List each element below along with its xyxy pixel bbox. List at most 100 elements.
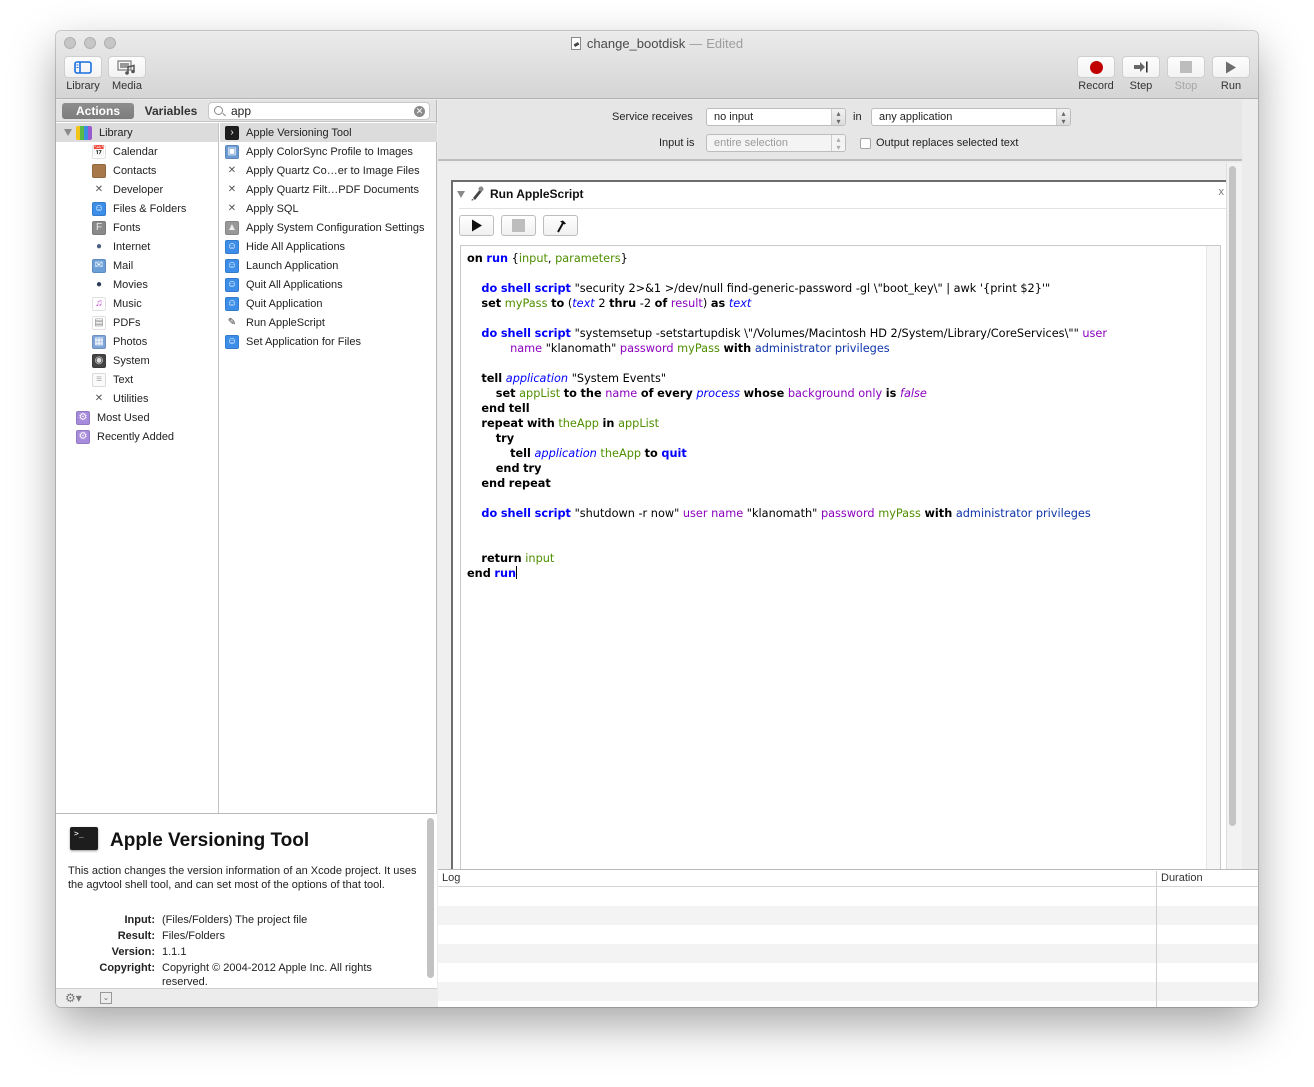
service-receives-popup[interactable]: no input ▴ ▾ <box>706 108 846 126</box>
service-receives-value: no input <box>714 111 754 123</box>
popup-arrows-icon: ▴ ▾ <box>831 109 845 126</box>
action-description: >_ Apple Versioning Tool This action cha… <box>56 813 437 988</box>
variables-tab[interactable]: Variables <box>140 103 202 119</box>
step-button[interactable]: Step <box>1122 56 1160 92</box>
search-icon <box>214 106 223 115</box>
duration-column-header[interactable]: Duration <box>1161 872 1203 884</box>
action-list-item[interactable]: ✕ Apply SQL <box>220 199 437 218</box>
close-action-icon[interactable]: x <box>1219 186 1225 198</box>
field-value: Copyright © 2004-2012 Apple Inc. All rig… <box>162 962 372 988</box>
library-category-item[interactable]: 📅 Calendar <box>56 142 218 161</box>
run-script-button[interactable] <box>459 215 494 236</box>
action-list-item[interactable]: ✕ Apply Quartz Co…er to Image Files <box>220 161 437 180</box>
application-value: any application <box>879 111 953 123</box>
log-column-header[interactable]: Log <box>442 872 460 884</box>
action-list-item-label: Hide All Applications <box>246 240 346 253</box>
divider <box>459 208 1227 209</box>
library-category-item[interactable]: F Fonts <box>56 218 218 237</box>
smart-group-item-label: Most Used <box>97 411 150 424</box>
toggle-description-icon[interactable]: ⌄ <box>100 992 112 1004</box>
library-category-item-label: Developer <box>113 183 164 196</box>
action-list-item[interactable]: ☺ Hide All Applications <box>220 237 437 256</box>
action-list-item[interactable]: ☺ Set Application for Files <box>220 332 437 351</box>
finder-icon: ☺ <box>92 201 106 216</box>
action-list-item[interactable]: ✎ Run AppleScript <box>220 313 437 332</box>
library-category-item-label: Internet <box>113 240 151 253</box>
run-button[interactable]: Run <box>1212 56 1250 92</box>
library-category-item[interactable]: ▤ PDFs <box>56 313 218 332</box>
input-is-label: Input is <box>659 137 695 149</box>
disclosure-triangle-icon[interactable] <box>64 129 72 136</box>
library-category-item[interactable]: ♫ Music <box>56 294 218 313</box>
media-button[interactable]: Media <box>108 56 146 92</box>
script-text[interactable]: on run {input, parameters} do shell scri… <box>467 251 1107 581</box>
record-icon <box>1077 56 1115 78</box>
finder-icon: ☺ <box>225 239 239 254</box>
library-category-item[interactable]: ● Internet <box>56 237 218 256</box>
library-category-item[interactable]: ✉ Mail <box>56 256 218 275</box>
library-root-item[interactable]: Library <box>56 123 218 142</box>
field-key: Input: <box>124 914 155 926</box>
library-category-item[interactable]: ☺ Files & Folders <box>56 199 218 218</box>
log-row <box>438 906 1258 925</box>
action-list-item-label: Run AppleScript <box>246 316 325 329</box>
library-category-item[interactable]: ✕ Utilities <box>56 389 218 408</box>
clear-search-icon[interactable]: ✕ <box>414 106 425 117</box>
run-button-label: Run <box>1220 80 1242 92</box>
action-list-item[interactable]: ▣ Apply ColorSync Profile to Images <box>220 142 437 161</box>
edited-status: Edited <box>706 36 744 51</box>
application-popup[interactable]: any application ▴ ▾ <box>871 108 1071 126</box>
media-icon <box>108 56 146 78</box>
action-list-item-label: Apply SQL <box>246 202 299 215</box>
search-input[interactable] <box>231 104 411 118</box>
music-icon: ♫ <box>92 296 106 311</box>
input-is-popup[interactable]: entire selection ▴ ▾ <box>706 134 846 152</box>
stop-script-button[interactable] <box>501 215 536 236</box>
description-scrollbar[interactable] <box>427 818 434 978</box>
finder-icon: ☺ <box>225 258 239 273</box>
library-category-item[interactable]: Contacts <box>56 161 218 180</box>
stop-button-label: Stop <box>1174 80 1198 92</box>
action-list-item[interactable]: ▲ Apply System Configuration Settings <box>220 218 437 237</box>
library-category-item[interactable]: ≡ Text <box>56 370 218 389</box>
smart-group-item[interactable]: ⚙ Most Used <box>56 408 218 427</box>
search-field[interactable]: ✕ <box>208 102 430 120</box>
text-icon: ≡ <box>92 372 106 387</box>
action-list-item[interactable]: ✕ Apply Quartz Filt…PDF Documents <box>220 180 437 199</box>
compile-script-button[interactable] <box>543 215 578 236</box>
photos-icon: ▦ <box>92 334 106 349</box>
stop-button[interactable]: Stop <box>1167 56 1205 92</box>
library-button[interactable]: Library <box>64 56 102 92</box>
library-category-item-label: Files & Folders <box>113 202 187 215</box>
record-button[interactable]: Record <box>1077 56 1115 92</box>
workflow-scrollbar[interactable] <box>1229 166 1236 826</box>
action-list-item[interactable]: ☺ Quit All Applications <box>220 275 437 294</box>
library-category-item[interactable]: ◉ System <box>56 351 218 370</box>
description-field: Copyright: Copyright © 2004-2012 Apple In… <box>68 960 420 989</box>
smart-group-item[interactable]: ⚙ Recently Added <box>56 427 218 446</box>
system-config-icon: ▲ <box>225 220 239 235</box>
library-category-item-label: Movies <box>113 278 148 291</box>
output-replaces-checkbox[interactable] <box>860 138 871 149</box>
automator-window: change_bootdisk — Edited Library Media Rec… <box>56 31 1258 1007</box>
action-list-item[interactable]: ☺ Quit Application <box>220 294 437 313</box>
column-divider <box>1156 871 1157 886</box>
field-key: Version: <box>111 946 155 958</box>
action-list-item[interactable]: › Apple Versioning Tool <box>220 123 437 142</box>
input-is-value: entire selection <box>714 137 788 149</box>
log-row <box>438 963 1258 982</box>
library-header: Actions Variables ✕ <box>56 100 436 122</box>
run-applescript-action: Run AppleScript x on run {input, paramet… <box>451 180 1235 885</box>
log-row <box>438 887 1258 906</box>
contacts-icon <box>92 163 106 178</box>
library-category-item[interactable]: ▦ Photos <box>56 332 218 351</box>
action-list-item[interactable]: ☺ Launch Application <box>220 256 437 275</box>
script-editor[interactable]: on run {input, parameters} do shell scri… <box>460 245 1221 885</box>
library-category-item[interactable]: ● Movies <box>56 275 218 294</box>
actions-tab[interactable]: Actions <box>62 103 134 119</box>
collapse-triangle-icon[interactable] <box>457 191 465 198</box>
log-row <box>438 944 1258 963</box>
library-category-item-label: Music <box>113 297 142 310</box>
gear-menu-icon[interactable]: ⚙︎▾ <box>65 991 82 1005</box>
library-category-item[interactable]: ✕ Developer <box>56 180 218 199</box>
